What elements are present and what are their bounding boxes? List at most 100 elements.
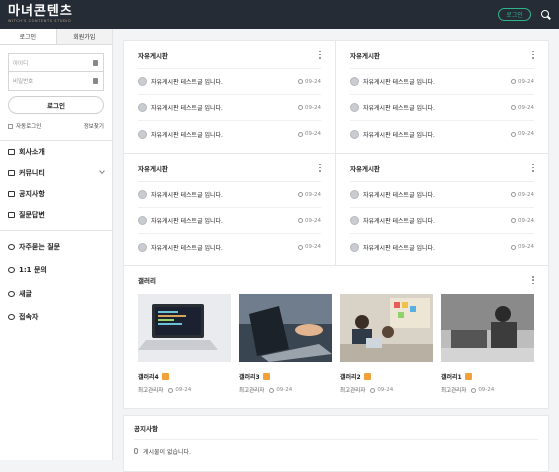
more-icon[interactable]	[532, 50, 534, 59]
main-content: 자유게시판 자유게시판 테스트글 입니다. 09-24 자유게시판 테스트글 입니…	[123, 40, 549, 472]
post-row[interactable]: 자유게시판 테스트글 입니다. 09-24	[350, 95, 534, 121]
menu-label: 새글	[19, 289, 32, 298]
post-title[interactable]: 자유게시판 테스트글 입니다.	[151, 216, 223, 225]
board-title[interactable]: 자유게시판	[350, 50, 380, 60]
clock-icon	[511, 79, 517, 84]
menu-item-visitors[interactable]: 접속자	[0, 306, 112, 330]
menu-item-community[interactable]: 커뮤니티	[0, 162, 112, 183]
avatar	[138, 216, 147, 225]
gallery-item[interactable]: 갤러리3 최고관리자 09-24	[239, 294, 332, 394]
post-row[interactable]: 자유게시판 테스트글 입니다. 09-24	[138, 182, 321, 208]
clock-icon	[298, 192, 304, 197]
user-icon	[93, 60, 98, 66]
clock-icon	[168, 387, 174, 393]
find-info-link[interactable]: 정보찾기	[84, 122, 104, 130]
post-row[interactable]: 자유게시판 테스트글 입니다. 09-24	[138, 121, 321, 147]
header-login-button[interactable]: 로그인	[498, 8, 531, 21]
notice-title[interactable]: 공지사항	[134, 416, 538, 440]
post-row[interactable]: 자유게시판 테스트글 입니다. 09-24	[350, 121, 534, 147]
post-title[interactable]: 자유게시판 테스트글 입니다.	[363, 130, 435, 139]
post-title[interactable]: 자유게시판 테스트글 입니다.	[363, 243, 435, 252]
clock-icon	[511, 244, 517, 250]
avatar	[350, 242, 359, 252]
logo[interactable]: 마녀콘텐츠 WITCH'S CONTENTS STUDIO	[8, 5, 73, 24]
post-title[interactable]: 자유게시판 테스트글 입니다.	[363, 190, 435, 199]
gallery-item-title[interactable]: 갤러리3	[239, 372, 260, 381]
post-title[interactable]: 자유게시판 테스트글 입니다.	[151, 77, 223, 86]
post-date: 09-24	[305, 244, 321, 250]
post-row[interactable]: 자유게시판 테스트글 입니다. 09-24	[138, 208, 321, 234]
post-title[interactable]: 자유게시판 테스트글 입니다.	[363, 103, 435, 112]
post-row[interactable]: 자유게시판 테스트글 입니다. 09-24	[138, 69, 321, 95]
post-title[interactable]: 자유게시판 테스트글 입니다.	[151, 243, 223, 252]
avatar	[350, 190, 359, 199]
auto-login-label: 자동로그인	[16, 124, 42, 130]
clock-icon	[471, 387, 477, 393]
gallery-date: 09-24	[175, 387, 192, 393]
gallery-widget: 갤러리 갤러리4 최고관리자 09-24 갤러리3 최고관리자 09-24 갤러…	[123, 266, 549, 409]
image-icon	[262, 373, 270, 380]
post-row[interactable]: 자유게시판 테스트글 입니다. 09-24	[138, 234, 321, 260]
more-icon[interactable]	[319, 50, 321, 59]
gallery-date: 09-24	[478, 387, 495, 393]
board-title[interactable]: 자유게시판	[350, 163, 380, 173]
community-icon	[8, 169, 15, 176]
gallery-item-title[interactable]: 갤러리2	[340, 372, 361, 381]
avatar	[138, 242, 147, 252]
history-icon	[8, 290, 15, 297]
search-icon[interactable]	[541, 9, 551, 20]
id-field[interactable]: 아이디	[8, 53, 104, 72]
image-icon	[161, 373, 169, 380]
clock-icon	[298, 131, 304, 137]
chat-icon	[8, 267, 15, 274]
board-title[interactable]: 자유게시판	[138, 50, 168, 60]
gallery-item[interactable]: 갤러리1 최고관리자 09-24	[441, 294, 534, 394]
gallery-thumbnail[interactable]	[239, 294, 332, 362]
gallery-item-title[interactable]: 갤러리1	[441, 372, 462, 381]
post-row[interactable]: 자유게시판 테스트글 입니다. 09-24	[138, 95, 321, 121]
gallery-item-title[interactable]: 갤러리4	[138, 372, 159, 381]
login-button[interactable]: 로그인	[8, 96, 104, 114]
sidebar: 로그인 회원가입 아이디 비밀번호 로그인 자동로그인 정보찾기 회사소개 커뮤…	[0, 29, 113, 460]
post-row[interactable]: 자유게시판 테스트글 입니다. 09-24	[350, 208, 534, 234]
gallery-item[interactable]: 갤러리2 최고관리자 09-24	[340, 294, 433, 394]
menu-item-qna[interactable]: 질문답변	[0, 204, 112, 225]
post-row[interactable]: 자유게시판 테스트글 입니다. 09-24	[350, 69, 534, 95]
chevron-down-icon[interactable]	[99, 168, 105, 174]
more-icon[interactable]	[532, 163, 534, 172]
tab-login[interactable]: 로그인	[0, 29, 57, 44]
tab-signup[interactable]: 회원가입	[56, 29, 112, 44]
post-row[interactable]: 자유게시판 테스트글 입니다. 09-24	[350, 182, 534, 208]
post-date: 09-24	[518, 217, 534, 224]
gallery-thumbnail[interactable]	[340, 294, 433, 362]
password-field[interactable]: 비밀번호	[8, 72, 104, 91]
notice-widget: 공지사항 게시물이 없습니다.	[123, 415, 549, 472]
menu-item-notice[interactable]: 공지사항	[0, 183, 112, 204]
post-title[interactable]: 자유게시판 테스트글 입니다.	[363, 77, 435, 86]
board-title[interactable]: 자유게시판	[138, 163, 168, 173]
post-title[interactable]: 자유게시판 테스트글 입니다.	[363, 216, 435, 225]
microphone-icon	[134, 448, 138, 454]
gallery-thumbnail[interactable]	[441, 294, 534, 362]
gallery-item[interactable]: 갤러리4 최고관리자 09-24	[138, 294, 231, 394]
menu-label: 접속자	[19, 313, 39, 322]
post-title[interactable]: 자유게시판 테스트글 입니다.	[151, 103, 223, 112]
more-icon[interactable]	[319, 163, 321, 172]
auto-login-checkbox[interactable]: 자동로그인	[8, 122, 41, 130]
gallery-thumbnail[interactable]	[138, 294, 231, 362]
gallery-title[interactable]: 갤러리	[138, 275, 156, 285]
avatar	[138, 103, 147, 112]
post-title[interactable]: 자유게시판 테스트글 입니다.	[151, 130, 223, 139]
post-title[interactable]: 자유게시판 테스트글 입니다.	[151, 190, 223, 199]
gallery-date: 09-24	[276, 387, 293, 393]
post-row[interactable]: 자유게시판 테스트글 입니다. 09-24	[350, 234, 534, 260]
gallery-author: 최고관리자	[138, 388, 164, 394]
avatar	[350, 77, 359, 86]
clock-icon	[298, 105, 304, 110]
menu-item-faq[interactable]: 자주묻는 질문	[0, 235, 112, 259]
menu-item-new-posts[interactable]: 새글	[0, 282, 112, 306]
more-icon[interactable]	[532, 276, 534, 284]
menu-item-inquiry[interactable]: 1:1 문의	[0, 259, 112, 283]
image-icon	[464, 373, 472, 380]
menu-item-company[interactable]: 회사소개	[0, 141, 112, 162]
